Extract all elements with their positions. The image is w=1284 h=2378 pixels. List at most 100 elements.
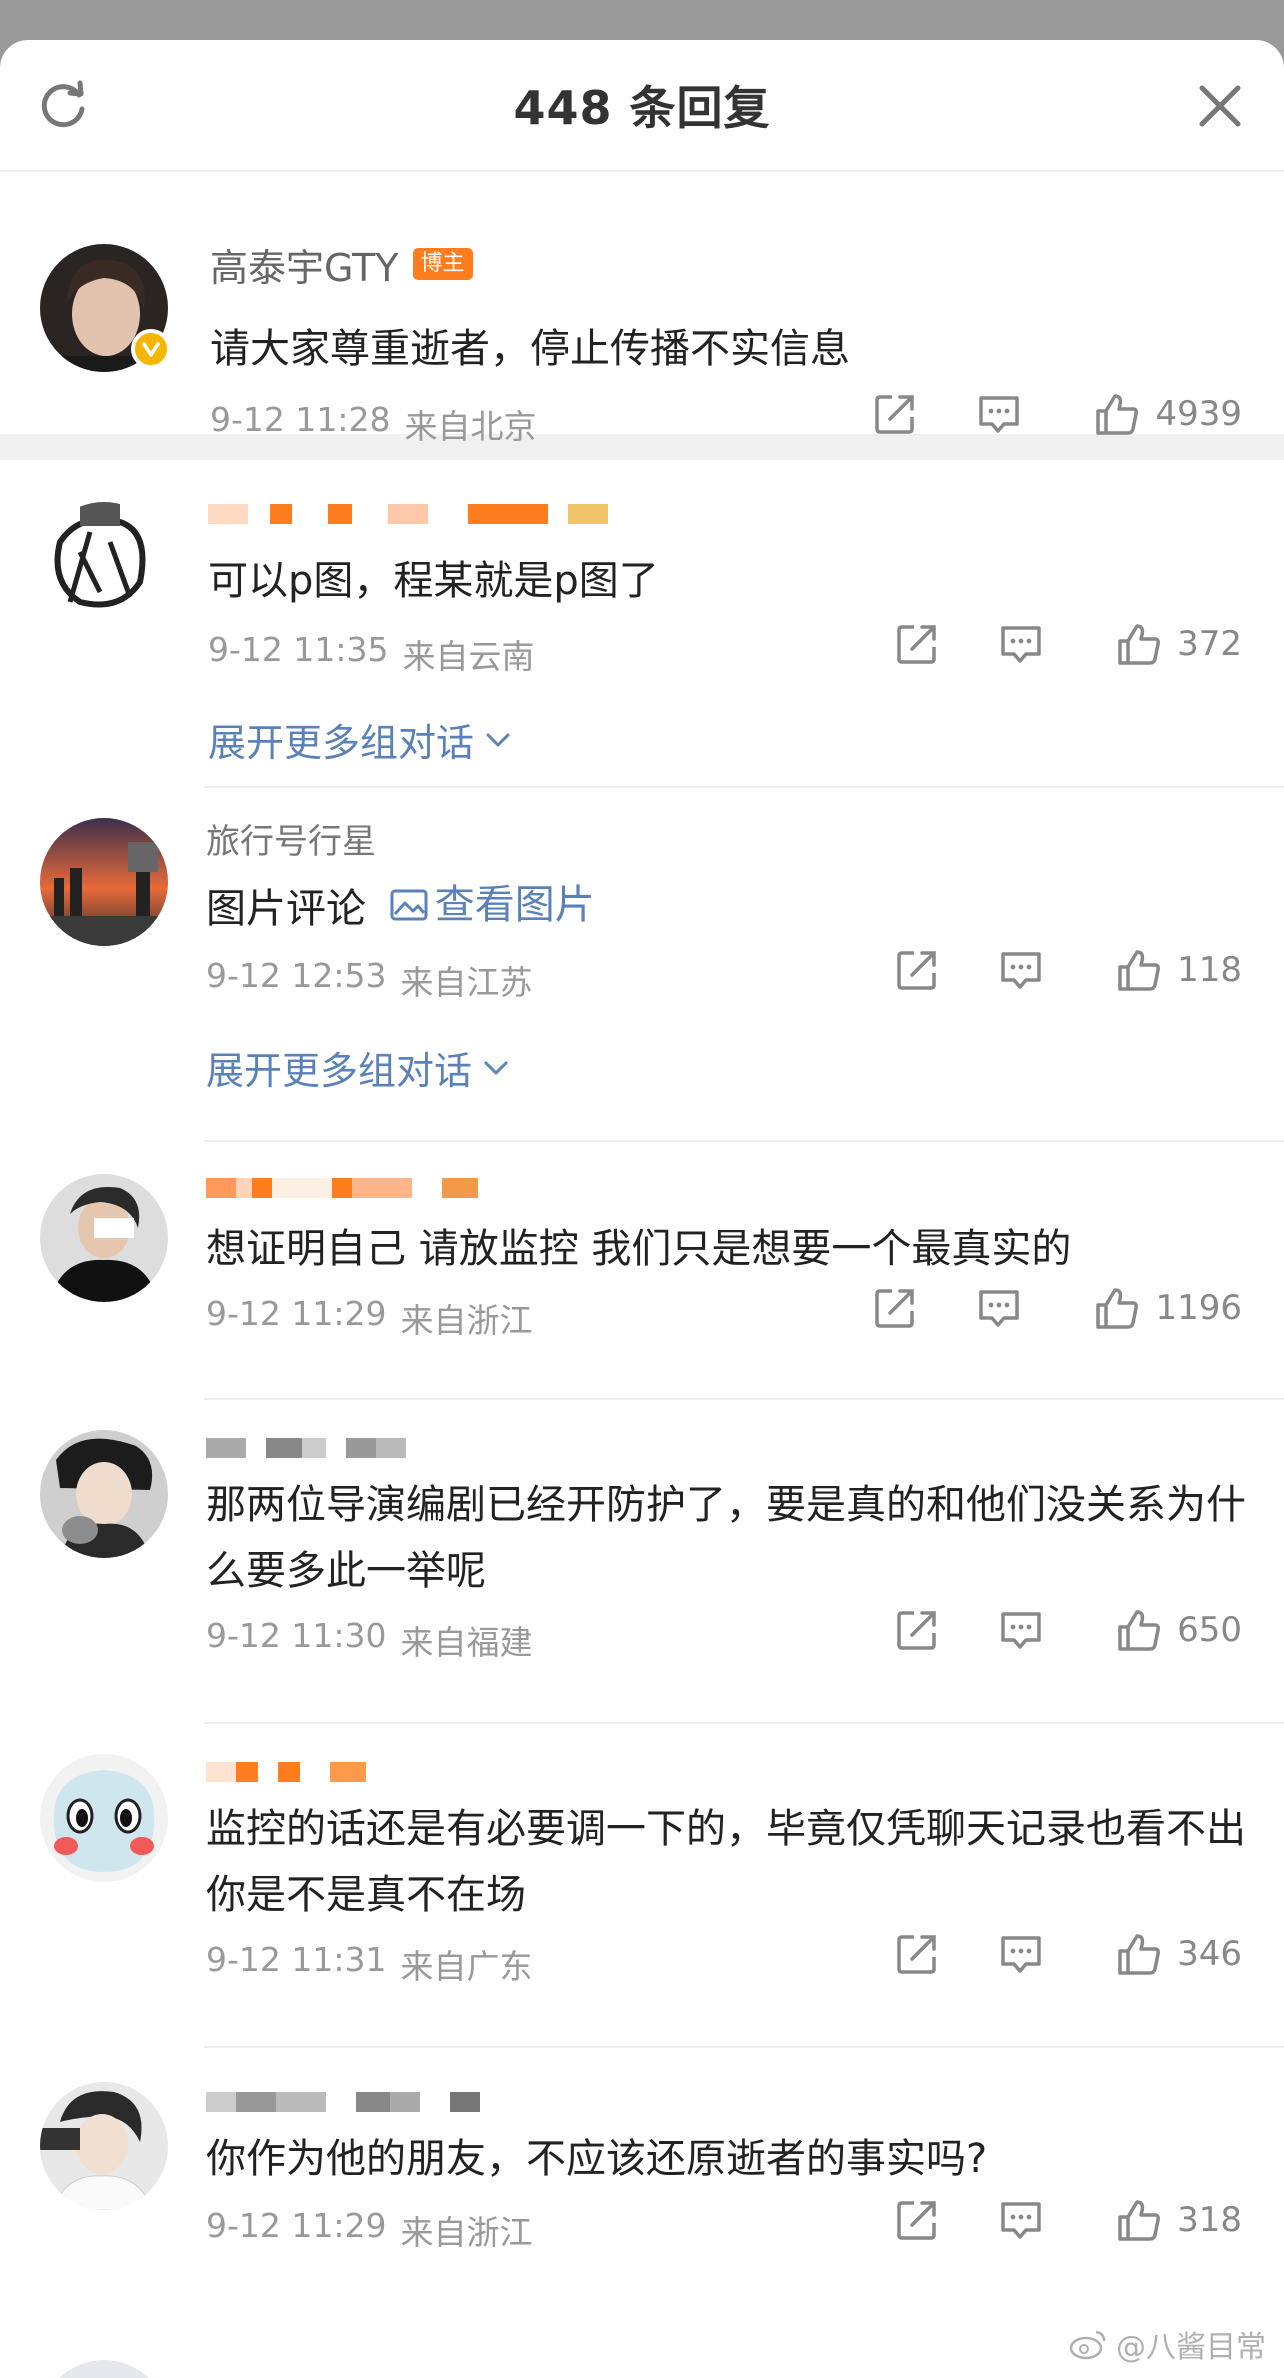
blurred-username [206, 2087, 480, 2117]
share-button[interactable] [843, 391, 947, 437]
share-icon [875, 1289, 915, 1328]
share-button[interactable] [865, 947, 969, 993]
share-icon [897, 951, 936, 990]
comment-time: 9-12 11:35 [208, 630, 389, 669]
blurred-username [206, 1173, 478, 1203]
chevron-down-icon [486, 733, 510, 746]
comment-icon [979, 396, 1020, 433]
like-button[interactable]: 346 [1115, 1930, 1242, 1978]
expand-conversation-link[interactable]: 展开更多组对话 [208, 712, 512, 767]
comment-meta: 9-12 11:28 来自北京 [210, 400, 537, 448]
reply-button[interactable] [947, 391, 1051, 437]
share-button[interactable] [865, 1607, 969, 1653]
comment-location: 来自广东 [400, 1947, 533, 1986]
avatar[interactable] [40, 502, 168, 630]
comment-time: 9-12 11:31 [206, 1940, 387, 1979]
comment-meta: 9-12 11:31 来自广东 [206, 1940, 533, 1988]
author-name[interactable]: 旅行号行星 [206, 814, 376, 863]
author-name[interactable] [206, 2078, 480, 2126]
comment-text: 图片评论 查看图片 [206, 872, 595, 942]
page-title: 448 条回复 [513, 81, 771, 135]
comment-actions: 1196 [843, 1284, 1242, 1332]
author-name[interactable] [206, 1164, 478, 1212]
like-count: 1196 [1155, 1288, 1242, 1328]
host-badge: 博主 [412, 247, 473, 281]
like-button[interactable]: 118 [1115, 946, 1242, 994]
comment-time: 9-12 11:29 [206, 2206, 387, 2245]
like-count: 372 [1177, 624, 1242, 664]
like-button[interactable]: 4939 [1093, 390, 1242, 438]
avatar[interactable] [40, 1174, 168, 1302]
share-button[interactable] [865, 621, 969, 667]
sheet-header: 448 条回复 [0, 40, 1284, 172]
author-name[interactable] [206, 1424, 406, 1472]
avatar[interactable] [40, 2360, 168, 2378]
comment-icon [1001, 1936, 1041, 1973]
reply-button[interactable] [947, 1285, 1051, 1331]
comment-time: 9-12 11:29 [206, 1294, 387, 1333]
comment-location: 来自北京 [404, 407, 537, 446]
view-image-link[interactable]: 查看图片 [389, 872, 595, 938]
thumbs-up-icon [1118, 1610, 1161, 1651]
comment-meta: 9-12 11:29 来自浙江 [206, 2206, 533, 2254]
watermark: @八酱目常 [1068, 2322, 1266, 2366]
list-item: 监控的话还是有必要调一下的，毕竟仅凭聊天记录也看不出你是不是真不在场 9-12 … [0, 1724, 1284, 2048]
list-item: 旅行号行星 图片评论 查看图片 9-12 12:53 来自江苏 118 展开更多… [0, 788, 1284, 1142]
author-name[interactable] [206, 1748, 366, 1796]
reply-button[interactable] [969, 1931, 1073, 1977]
blurred-username [206, 1433, 406, 1463]
comment-icon [979, 1290, 1020, 1327]
comment-location: 来自浙江 [400, 2213, 533, 2252]
comment-text: 请大家尊重逝者，停止传播不实信息 [210, 326, 850, 372]
thumbs-up-icon [1096, 1288, 1139, 1329]
like-button[interactable]: 650 [1115, 1606, 1242, 1654]
verified-icon [131, 329, 171, 369]
comment-meta: 9-12 11:35 来自云南 [208, 630, 535, 678]
close-icon[interactable] [1194, 80, 1246, 132]
host-comment: 高泰宇GTY 博主 请大家尊重逝者，停止传播不实信息 9-12 11:28 来自… [0, 172, 1284, 446]
share-button[interactable] [865, 2197, 969, 2243]
comment-actions: 346 [865, 1930, 1242, 1978]
reply-sheet: 448 条回复 高泰宇GTY 博主 请大家尊重逝者，停止传播不实信息 9-12 … [0, 40, 1284, 2378]
comment-time: 9-12 11:28 [210, 400, 391, 439]
comment-actions: 318 [865, 2196, 1242, 2244]
expand-label: 展开更多组对话 [208, 721, 475, 765]
like-button[interactable]: 372 [1115, 620, 1242, 668]
reply-button[interactable] [969, 1607, 1073, 1653]
reply-button[interactable] [969, 621, 1073, 667]
comment-time: 9-12 11:30 [206, 1616, 387, 1655]
comment-location: 来自福建 [400, 1623, 533, 1662]
like-button[interactable]: 1196 [1093, 1284, 1242, 1332]
avatar[interactable] [40, 1430, 168, 1558]
comment-time: 9-12 12:53 [206, 956, 387, 995]
thumbs-up-icon [1118, 624, 1161, 665]
weibo-icon [1069, 2330, 1106, 2360]
like-button[interactable]: 318 [1115, 2196, 1242, 2244]
refresh-icon[interactable] [34, 78, 92, 136]
comment-text: 监控的话还是有必要调一下的，毕竟仅凭聊天记录也看不出你是不是真不在场 [206, 1806, 1246, 1918]
comment-actions: 4939 [843, 390, 1242, 438]
image-icon [390, 889, 428, 921]
comment-text: 想证明自己 请放监控 我们只是想要一个最真实的 [206, 1226, 1072, 1272]
comment-location: 来自江苏 [400, 963, 533, 1002]
avatar[interactable] [40, 818, 168, 946]
reply-button[interactable] [969, 2197, 1073, 2243]
share-button[interactable] [865, 1931, 969, 1977]
share-button[interactable] [843, 1285, 947, 1331]
chevron-down-icon [484, 1061, 508, 1074]
author-row: 旅行号行星 [206, 814, 376, 862]
share-icon [897, 1611, 936, 1650]
avatar[interactable] [40, 2082, 168, 2210]
comment-icon [1001, 2202, 1041, 2239]
share-icon [897, 1935, 936, 1974]
reply-button[interactable] [969, 947, 1073, 993]
expand-conversation-link[interactable]: 展开更多组对话 [206, 1040, 510, 1095]
thumbs-up-icon [1118, 2200, 1161, 2241]
thumbs-up-icon [1118, 1934, 1161, 1975]
view-image-label: 查看图片 [434, 882, 595, 928]
blurred-username [206, 1757, 366, 1787]
avatar[interactable] [40, 1754, 168, 1882]
author-name[interactable] [208, 490, 608, 538]
author-name[interactable]: 高泰宇GTY [210, 237, 399, 292]
like-count: 650 [1177, 1610, 1242, 1650]
